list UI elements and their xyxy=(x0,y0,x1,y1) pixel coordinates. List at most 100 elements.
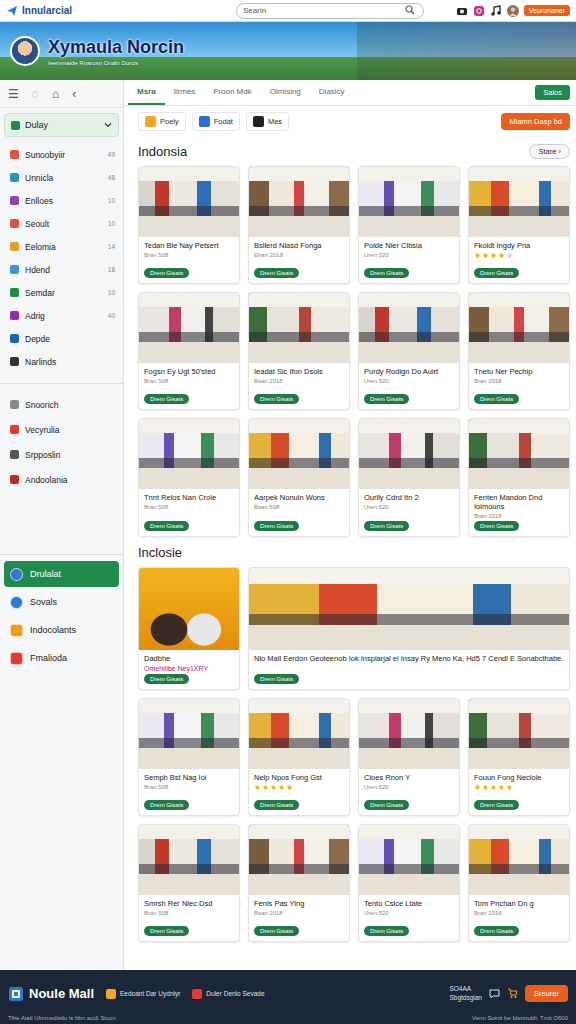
product-card[interactable]: Nlo Mall Eerdon Geoteenob Iok Insplarjal… xyxy=(248,567,570,690)
card-button[interactable]: Drem Gisats xyxy=(364,521,409,531)
product-card[interactable]: Cloes Rnon YUren 520Drem Gisats xyxy=(358,698,460,816)
product-card[interactable]: Polde Nler ClbsiaUren 520Drem Gisats xyxy=(358,166,460,284)
card-title[interactable]: Polde Nler Clbsia xyxy=(364,241,422,250)
card-button[interactable]: Drem Gisats xyxy=(144,394,189,404)
sidebar-label[interactable]: Andoolania xyxy=(25,475,68,485)
brand[interactable]: Innularcial xyxy=(6,5,230,17)
sidebar-label[interactable]: Eelomia xyxy=(25,242,56,252)
card-button[interactable]: Drem Gisats xyxy=(364,800,409,810)
promo-button[interactable]: Mlamn Dasp bd xyxy=(501,113,570,130)
product-card[interactable]: Ieadat Sic Ifon DsolsBsan 2018Drem Gisat… xyxy=(248,292,350,410)
card-title[interactable]: Bsllerd Nlasd Fonga xyxy=(254,241,322,250)
music-icon[interactable] xyxy=(490,5,502,17)
card-title[interactable]: Purdy Rodign Do Auirt xyxy=(364,367,438,376)
avatar-icon[interactable] xyxy=(507,5,519,17)
brand-name[interactable]: Innularcial xyxy=(22,5,72,16)
sidebar-item[interactable]: Hdend18 xyxy=(0,258,123,281)
card-button[interactable]: Drem Gisats xyxy=(254,926,299,936)
nav-label[interactable]: Sovals xyxy=(30,597,57,607)
product-card[interactable]: Tom Pnchan Dn gBran 2018Drem Gisats xyxy=(468,824,570,942)
card-button[interactable]: Drem Gisats xyxy=(144,674,189,684)
product-card[interactable]: Purdy Rodign Do AuirtUren 520Drem Gisats xyxy=(358,292,460,410)
card-title[interactable]: Nlo Mall Eerdon Geoteenob Iok Insplarjal… xyxy=(254,654,563,663)
sidebar-item[interactable]: Semdar10 xyxy=(0,281,123,304)
card-title[interactable]: Ieadat Sic Ifon Dsols xyxy=(254,367,323,376)
product-card[interactable]: DadbheOmehiilbe Ney1XRYDrem Gisats xyxy=(138,567,240,690)
nav-item[interactable]: Sovals xyxy=(4,589,119,615)
card-title[interactable]: Tento Cslce Ltate xyxy=(364,899,422,908)
more-button[interactable]: Stare › xyxy=(529,144,570,159)
card-button[interactable]: Drem Gisats xyxy=(144,268,189,278)
tab[interactable]: Ilrmes xyxy=(165,80,205,105)
card-title[interactable]: Dadbhe xyxy=(144,654,170,663)
card-button[interactable]: Drem Gisats xyxy=(364,268,409,278)
toolbar-button[interactable]: ◌ xyxy=(32,87,39,101)
card-title[interactable]: Fogsn Ey Ugt 50'sted xyxy=(144,367,215,376)
sidebar-label[interactable]: Semdar xyxy=(25,288,55,298)
dropdown-label[interactable]: Dulay xyxy=(25,120,48,130)
footer-brand[interactable]: Noule Mall xyxy=(8,986,94,1002)
product-card[interactable]: Semph Bst Nag IoiBran 508Drem Gisats xyxy=(138,698,240,816)
camera-icon[interactable] xyxy=(456,5,468,17)
card-button[interactable]: Drem Gisats xyxy=(474,268,519,278)
card-button[interactable]: Drem Gisats xyxy=(144,521,189,531)
toolbar-button[interactable]: ☰ xyxy=(8,87,19,101)
card-title[interactable]: Tnnt Relos Nan Crole xyxy=(144,493,216,502)
sidebar-item[interactable]: Srpposlin xyxy=(0,442,123,467)
nav-item[interactable]: Indocolants xyxy=(4,617,119,643)
sidebar-item[interactable]: Narlinds xyxy=(0,350,123,373)
filter-chip[interactable]: Poely xyxy=(138,112,186,131)
card-button[interactable]: Drem Gisats xyxy=(254,394,299,404)
product-card[interactable]: Fenls Pas YlngBsan 2018Drem Gisats xyxy=(248,824,350,942)
card-button[interactable]: Drem Gisats xyxy=(474,394,519,404)
card-title[interactable]: Aarpek Nonuln Wons xyxy=(254,493,325,502)
sidebar-label[interactable]: Sunoobyiir xyxy=(25,150,65,160)
card-title[interactable]: Tnetu Ner Pechip xyxy=(474,367,532,376)
sidebar-item[interactable]: Vecyrulia xyxy=(0,417,123,442)
filter-chip[interactable]: Fodat xyxy=(192,112,240,131)
sidebar-label[interactable]: Snoorich xyxy=(25,400,59,410)
product-card[interactable]: Tnetu Ner PechipBran 2018Drem Gisats xyxy=(468,292,570,410)
card-title[interactable]: Tom Pnchan Dn g xyxy=(474,899,534,908)
sidebar-item[interactable]: Adrig40 xyxy=(0,304,123,327)
toolbar-button[interactable]: ‹ xyxy=(72,87,76,101)
product-card[interactable]: Tento Cslce LtateUren 520Drem Gisats xyxy=(358,824,460,942)
nav-item[interactable]: Drulalat xyxy=(4,561,119,587)
footer-link-label[interactable]: Eedoant Dar Uydnlyr xyxy=(120,990,180,997)
footer-link[interactable]: Eedoant Dar Uydnlyr xyxy=(106,989,180,999)
tab[interactable]: Froon Mdk xyxy=(204,80,260,105)
sidebar-label[interactable]: Unnicla xyxy=(25,173,53,183)
footer-button[interactable]: Sreurer xyxy=(525,985,568,1002)
product-card[interactable]: Nelp Npos Fong GstDrem Gisats xyxy=(248,698,350,816)
card-title[interactable]: Fenten Mandon Dnd Iolmouns xyxy=(474,493,564,511)
sidebar-label[interactable]: Adrig xyxy=(25,311,45,321)
sidebar-label[interactable]: Hdend xyxy=(25,265,50,275)
filter-chip[interactable]: Mes xyxy=(246,112,289,131)
card-button[interactable]: Drem Gisats xyxy=(364,394,409,404)
card-button[interactable]: Drem Gisats xyxy=(254,268,299,278)
card-title[interactable]: Fkoldt Ingdy Pna xyxy=(474,241,530,250)
search-box[interactable] xyxy=(236,3,424,19)
sidebar-item[interactable]: Snoorich xyxy=(0,392,123,417)
sidebar-item[interactable]: Enlloes10 xyxy=(0,189,123,212)
chat-icon[interactable] xyxy=(489,988,500,999)
nav-label[interactable]: Fmalioda xyxy=(30,653,67,663)
footer-link[interactable]: Duler Denlo Sevade xyxy=(192,989,264,999)
instagram-icon[interactable] xyxy=(473,5,485,17)
card-title[interactable]: Semph Bst Nag Ioi xyxy=(144,773,207,782)
sidebar-label[interactable]: Srpposlin xyxy=(25,450,60,460)
card-button[interactable]: Drem Gisats xyxy=(474,926,519,936)
product-card[interactable]: Tedan Ble Nay PetsertBran 508Drem Gisats xyxy=(138,166,240,284)
card-title[interactable]: Cloes Rnon Y xyxy=(364,773,410,782)
tab[interactable]: Olmising xyxy=(261,80,310,105)
card-title[interactable]: Smrsh Rer Nlec Dsd xyxy=(144,899,212,908)
footer-link-label[interactable]: Duler Denlo Sevade xyxy=(206,990,264,997)
product-card[interactable]: Fogsn Ey Ugt 50'stedBran 508Drem Gisats xyxy=(138,292,240,410)
card-title[interactable]: Fouun Fong Neclole xyxy=(474,773,542,782)
card-title[interactable]: Ourlly Cdrd Itn 2 xyxy=(364,493,419,502)
card-title[interactable]: Tedan Ble Nay Petsert xyxy=(144,241,219,250)
sidebar-label[interactable]: Seoult xyxy=(25,219,49,229)
sales-button[interactable]: Salos xyxy=(535,85,570,100)
card-title[interactable]: Nelp Npos Fong Gst xyxy=(254,773,322,782)
card-button[interactable]: Drem Gisats xyxy=(474,521,519,531)
